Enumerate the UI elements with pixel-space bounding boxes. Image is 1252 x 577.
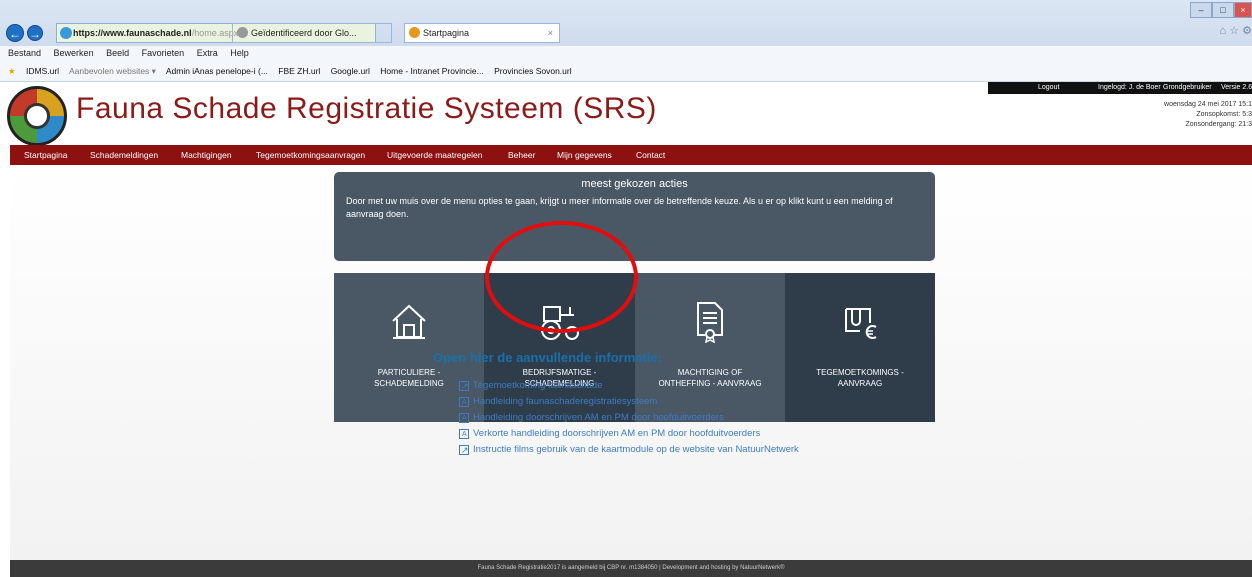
menu-extra[interactable]: Extra: [197, 48, 218, 58]
user-bar: Logout Ingelogd: J. de Boer Grondgebruik…: [988, 82, 1252, 94]
nav-mijn-gegevens[interactable]: Mijn gegevens: [557, 145, 612, 165]
tile-tegemoetkomings-aanvraag[interactable]: TEGEMOETKOMINGS - AANVRAAG: [785, 273, 935, 422]
fav-intranet[interactable]: Home - Intranet Provincie...: [380, 66, 483, 76]
tab-startpagina[interactable]: Startpagina ×: [404, 23, 560, 43]
link-label: Instructie films gebruik van de kaartmod…: [473, 444, 799, 455]
sunrise-time: Zonsopkomst: 5:3: [1196, 111, 1252, 118]
favorites-star-icon[interactable]: ★: [8, 66, 16, 76]
tile-label-1: BEDRIJFSMATIGE -: [522, 368, 597, 377]
fav-sovon[interactable]: Provincies Sovon.url: [494, 66, 571, 76]
main-nav: Startpagina Schademeldingen Machtigingen…: [10, 145, 1252, 165]
lock-icon: [237, 27, 248, 38]
site-icon: [60, 27, 72, 39]
fav-idms[interactable]: IDMS.url: [26, 66, 59, 76]
fav-admin[interactable]: Admin iAnas penelope-i (...: [166, 66, 268, 76]
euro-document-icon: [845, 308, 877, 339]
close-window-button[interactable]: ×: [1234, 2, 1252, 18]
address-domain: https://www.faunaschade.nl: [73, 28, 192, 38]
external-link-icon: [459, 442, 469, 458]
tile-label-2: AANVRAAG: [837, 379, 883, 388]
info-heading: Open hier de aanvullende informatie:: [433, 350, 662, 365]
srs-logo: [7, 86, 67, 146]
footer: Fauna Schade Registratie2017 is aangemel…: [10, 560, 1252, 577]
link-verkorte-handleiding[interactable]: Verkorte handleiding doorschrijven AM en…: [459, 426, 799, 443]
menu-bar: Bestand Bewerken Beeld Favorieten Extra …: [0, 46, 1252, 61]
external-link-icon: [459, 378, 469, 394]
home-star-icons[interactable]: ⌂ ☆ ⚙: [1220, 24, 1252, 37]
fav-aanbevolen[interactable]: Aanbevolen websites ▾: [69, 66, 156, 76]
menu-help[interactable]: Help: [230, 48, 249, 58]
link-instructie-films[interactable]: Instructie films gebruik van de kaartmod…: [459, 442, 799, 458]
menu-favorieten[interactable]: Favorieten: [142, 48, 185, 58]
actions-panel: meest gekozen acties Door met uw muis ov…: [334, 172, 935, 261]
link-handleiding-doorschrijven[interactable]: Handleiding doorschrijven AM en PM door …: [459, 410, 799, 427]
nav-machtigingen[interactable]: Machtigingen: [181, 145, 232, 165]
nav-tegemoetkomingsaanvragen[interactable]: Tegemoetkomingsaanvragen: [256, 145, 365, 165]
nav-uitgevoerde-maatregelen[interactable]: Uitgevoerde maatregelen: [387, 145, 482, 165]
tab-startpagina-label: Startpagina: [423, 28, 470, 38]
logged-in-user: Ingelogd: J. de Boer: [1098, 84, 1161, 91]
logout-link[interactable]: Logout: [1038, 82, 1059, 94]
nav-contact[interactable]: Contact: [636, 145, 665, 165]
favorites-bar: ★ IDMS.url Aanbevolen websites ▾ Admin i…: [0, 61, 1252, 82]
site-title: Fauna Schade Registratie Systeem (SRS): [76, 92, 657, 125]
link-label: Tegemoetkoming faunaschade: [473, 380, 603, 391]
link-tegemoetkoming-faunaschade[interactable]: Tegemoetkoming faunaschade: [459, 378, 799, 394]
pdf-icon: [459, 411, 469, 427]
browser-chrome: ← → https://www.faunaschade.nl/home.aspx…: [0, 0, 1252, 82]
sunset-time: Zonsondergang: 21:3: [1185, 121, 1252, 128]
pdf-icon: [459, 427, 469, 443]
date-info: woensdag 24 mei 2017 15:1 Zonsopkomst: 5…: [1082, 100, 1252, 130]
link-label: Handleiding faunaschaderegistratiesystee…: [473, 396, 658, 407]
certificate-icon: [697, 302, 723, 343]
info-links: Tegemoetkoming faunaschade Handleiding f…: [459, 378, 799, 458]
red-highlight-circle: [485, 221, 638, 333]
close-tab-icon[interactable]: ×: [548, 24, 553, 42]
fav-fbe[interactable]: FBE ZH.url: [278, 66, 320, 76]
nav-startpagina[interactable]: Startpagina: [24, 145, 67, 165]
tab-certificate[interactable]: Geïdentificeerd door Glo...: [232, 23, 392, 43]
tile-label-1: TEGEMOETKOMINGS -: [816, 368, 904, 377]
user-role: Grondgebruiker: [1163, 84, 1212, 91]
forward-button[interactable]: →: [27, 25, 43, 41]
link-label: Verkorte handleiding doorschrijven AM en…: [473, 428, 761, 439]
back-button[interactable]: ←: [6, 24, 24, 42]
page-content: Logout Ingelogd: J. de Boer Grondgebruik…: [0, 82, 1252, 577]
maximize-button[interactable]: □: [1212, 2, 1234, 18]
minimize-button[interactable]: –: [1190, 2, 1212, 18]
house-icon: [392, 304, 426, 339]
current-date: woensdag 24 mei 2017 15:1: [1164, 101, 1252, 108]
panel-text: Door met uw muis over de menu opties te …: [346, 196, 893, 219]
fav-google[interactable]: Google.url: [331, 66, 370, 76]
nav-schademeldingen[interactable]: Schademeldingen: [90, 145, 158, 165]
tab-certificate-label: Geïdentificeerd door Glo...: [251, 28, 357, 38]
menu-bestand[interactable]: Bestand: [8, 48, 41, 58]
link-handleiding-srs[interactable]: Handleiding faunaschaderegistratiesystee…: [459, 394, 799, 411]
tile-label-1: PARTICULIERE -: [377, 368, 441, 377]
pdf-icon: [459, 395, 469, 411]
version-label: Versie 2.6.: [1221, 84, 1252, 91]
link-label: Handleiding doorschrijven AM en PM door …: [473, 412, 724, 423]
tile-label-1: MACHTIGING OF: [677, 368, 743, 377]
menu-bewerken[interactable]: Bewerken: [54, 48, 94, 58]
favicon-icon: [409, 27, 420, 38]
menu-beeld[interactable]: Beeld: [106, 48, 129, 58]
nav-beheer[interactable]: Beheer: [508, 145, 535, 165]
panel-title: meest gekozen acties: [581, 178, 688, 190]
